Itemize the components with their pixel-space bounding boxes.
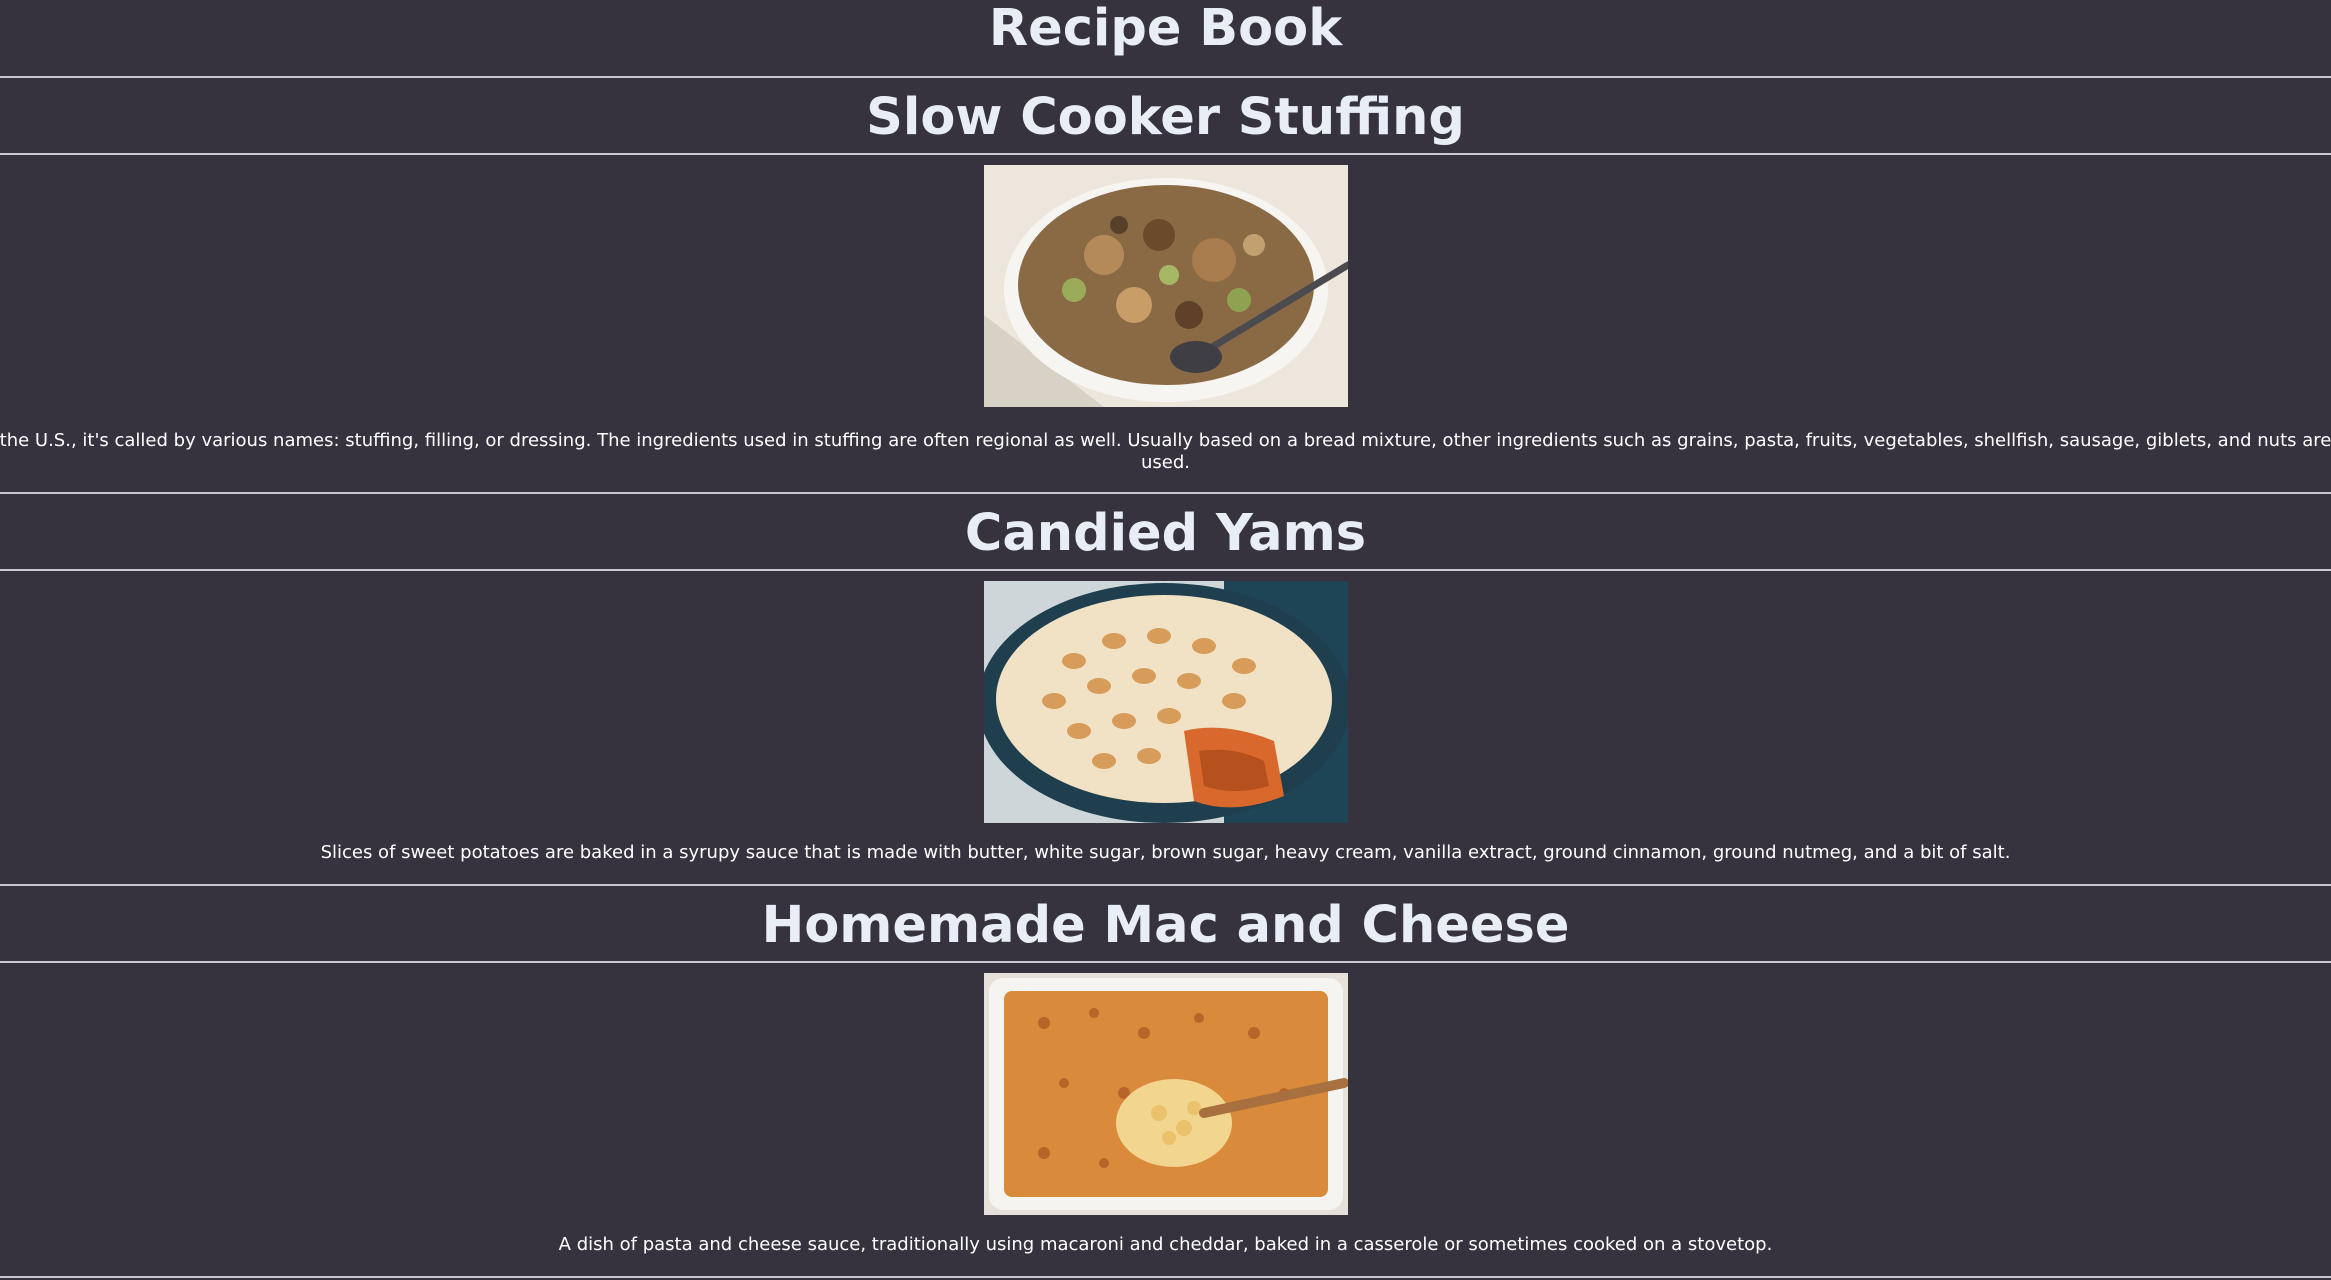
- recipe-description: the U.S., it's called by various names: …: [0, 430, 2331, 473]
- recipe-book-page: Recipe Book Slow Cooker Stuffing the U.S…: [0, 0, 2331, 1280]
- recipe-title: Homemade Mac and Cheese: [0, 886, 2331, 963]
- recipe-card-stuffing: Slow Cooker Stuffing the U.S., it's call…: [0, 78, 2331, 494]
- recipe-title: Candied Yams: [0, 494, 2331, 571]
- recipe-card-candied-yams: Candied Yams Slices of sweet potatoes ar…: [0, 494, 2331, 886]
- recipe-image-mac-and-cheese: [983, 973, 1348, 1215]
- recipe-image-stuffing: [983, 165, 1348, 407]
- recipe-title: Slow Cooker Stuffing: [0, 78, 2331, 155]
- recipe-image-candied-yams: [983, 581, 1348, 823]
- page-title: Recipe Book: [0, 0, 2331, 78]
- recipe-card-mac-and-cheese: Homemade Mac and Cheese A dish of pasta …: [0, 886, 2331, 1278]
- recipe-description: Slices of sweet potatoes are baked in a …: [320, 842, 2011, 863]
- recipe-description: A dish of pasta and cheese sauce, tradit…: [558, 1234, 1773, 1255]
